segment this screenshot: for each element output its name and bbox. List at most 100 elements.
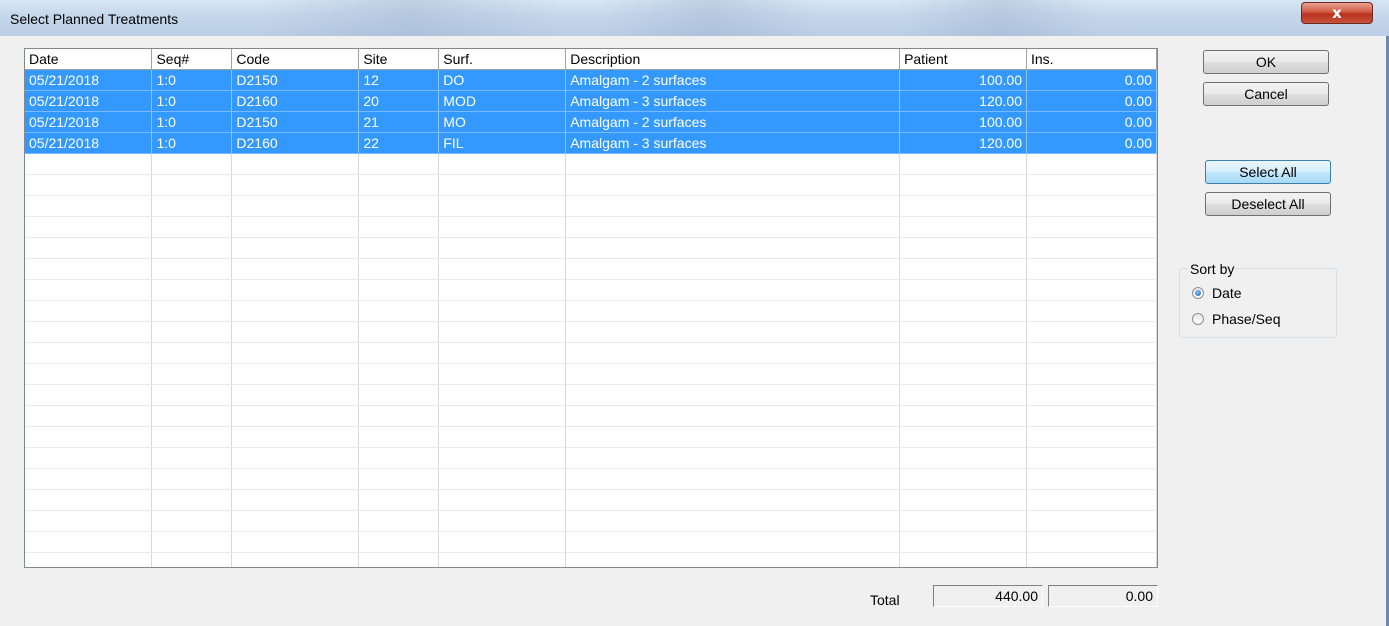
empty-row xyxy=(25,426,1157,448)
table-row[interactable]: 05/21/2018 1:0 D2160 20 MOD Amalgam - 3 surfa… xyxy=(25,90,1157,112)
empty-cell xyxy=(25,489,153,511)
empty-cell xyxy=(438,468,567,490)
empty-cell xyxy=(1026,342,1157,364)
empty-cell xyxy=(899,174,1027,196)
table-row[interactable]: 05/21/2018 1:0 D2160 22 FIL Amalgam - 3 surfa… xyxy=(25,132,1157,154)
column-header-ins[interactable]: Ins. xyxy=(1026,49,1157,70)
grid-header-row: Date Seq# Code Site Surf. Description Patient I… xyxy=(25,49,1157,70)
empty-cell xyxy=(358,300,440,322)
empty-cell xyxy=(25,447,153,469)
empty-cell xyxy=(25,153,153,175)
sort-date-radio[interactable]: Date xyxy=(1192,285,1242,301)
empty-cell xyxy=(1026,153,1157,175)
treatments-grid[interactable]: Date Seq# Code Site Surf. Description Patient I… xyxy=(24,48,1158,568)
empty-cell xyxy=(231,321,360,343)
window-title: Select Planned Treatments xyxy=(10,11,179,27)
empty-row xyxy=(25,384,1157,406)
empty-row xyxy=(25,489,1157,511)
empty-cell xyxy=(358,279,440,301)
empty-cell xyxy=(1026,237,1157,259)
empty-cell xyxy=(565,426,901,448)
empty-cell xyxy=(358,510,440,532)
column-header-surf[interactable]: Surf. xyxy=(438,49,567,70)
sort-phase-seq-radio[interactable]: Phase/Seq xyxy=(1192,311,1281,327)
empty-cell xyxy=(565,342,901,364)
empty-row xyxy=(25,216,1157,238)
empty-cell xyxy=(899,300,1027,322)
empty-cell xyxy=(899,237,1027,259)
empty-cell xyxy=(151,405,233,427)
empty-cell xyxy=(151,363,233,385)
empty-cell xyxy=(438,363,567,385)
empty-cell xyxy=(358,321,440,343)
empty-cell xyxy=(25,300,153,322)
empty-row xyxy=(25,531,1157,553)
empty-cell xyxy=(151,468,233,490)
empty-cell xyxy=(899,531,1027,553)
empty-cell xyxy=(25,237,153,259)
select-all-button[interactable]: Select All xyxy=(1205,160,1331,184)
empty-cell xyxy=(151,174,233,196)
table-row[interactable]: 05/21/2018 1:0 D2150 21 MO Amalgam - 2 surfac… xyxy=(25,111,1157,133)
empty-cell xyxy=(25,258,153,280)
empty-cell xyxy=(899,195,1027,217)
empty-row xyxy=(25,174,1157,196)
column-header-seq[interactable]: Seq# xyxy=(151,49,233,70)
column-header-patient[interactable]: Patient xyxy=(899,49,1027,70)
empty-cell xyxy=(438,384,567,406)
empty-row xyxy=(25,195,1157,217)
empty-cell xyxy=(565,258,901,280)
empty-cell xyxy=(358,447,440,469)
empty-cell xyxy=(1026,300,1157,322)
cell-patient: 100.00 xyxy=(899,69,1027,91)
empty-cell xyxy=(231,531,360,553)
cell-code: D2160 xyxy=(231,90,360,112)
empty-row xyxy=(25,447,1157,469)
cancel-button[interactable]: Cancel xyxy=(1203,82,1329,106)
empty-cell xyxy=(231,363,360,385)
ok-button[interactable]: OK xyxy=(1203,50,1329,74)
empty-cell xyxy=(899,258,1027,280)
empty-cell xyxy=(1026,552,1157,567)
cell-date: 05/21/2018 xyxy=(25,90,153,112)
total-label: Total xyxy=(870,592,900,608)
empty-cell xyxy=(25,321,153,343)
column-header-description[interactable]: Description xyxy=(565,49,901,70)
table-row[interactable]: 05/21/2018 1:0 D2150 12 DO Amalgam - 2 surfac… xyxy=(25,69,1157,91)
empty-cell xyxy=(899,153,1027,175)
empty-cell xyxy=(565,174,901,196)
cell-code: D2150 xyxy=(231,69,360,91)
empty-cell xyxy=(438,279,567,301)
column-header-site[interactable]: Site xyxy=(358,49,440,70)
radio-unchecked-icon xyxy=(1192,313,1204,325)
empty-cell xyxy=(358,531,440,553)
close-button[interactable]: x xyxy=(1301,2,1373,24)
empty-cell xyxy=(565,237,901,259)
empty-cell xyxy=(438,174,567,196)
empty-cell xyxy=(1026,531,1157,553)
cell-seq: 1:0 xyxy=(151,90,233,112)
deselect-all-button[interactable]: Deselect All xyxy=(1205,192,1331,216)
empty-cell xyxy=(358,153,440,175)
title-bar: Select Planned Treatments x xyxy=(0,0,1389,36)
empty-cell xyxy=(231,342,360,364)
cell-description: Amalgam - 2 surfaces xyxy=(565,111,901,133)
empty-row xyxy=(25,321,1157,343)
empty-cell xyxy=(231,489,360,511)
empty-cell xyxy=(438,195,567,217)
empty-cell xyxy=(25,384,153,406)
empty-cell xyxy=(358,489,440,511)
empty-cell xyxy=(231,405,360,427)
empty-cell xyxy=(1026,447,1157,469)
column-header-date[interactable]: Date xyxy=(25,49,153,70)
cell-seq: 1:0 xyxy=(151,132,233,154)
empty-cell xyxy=(899,552,1027,567)
empty-cell xyxy=(1026,426,1157,448)
empty-cell xyxy=(358,384,440,406)
column-header-code[interactable]: Code xyxy=(231,49,360,70)
empty-cell xyxy=(1026,321,1157,343)
sort-by-label: Sort by xyxy=(1188,261,1237,277)
empty-cell xyxy=(565,363,901,385)
empty-cell xyxy=(231,258,360,280)
cell-ins: 0.00 xyxy=(1026,69,1157,91)
